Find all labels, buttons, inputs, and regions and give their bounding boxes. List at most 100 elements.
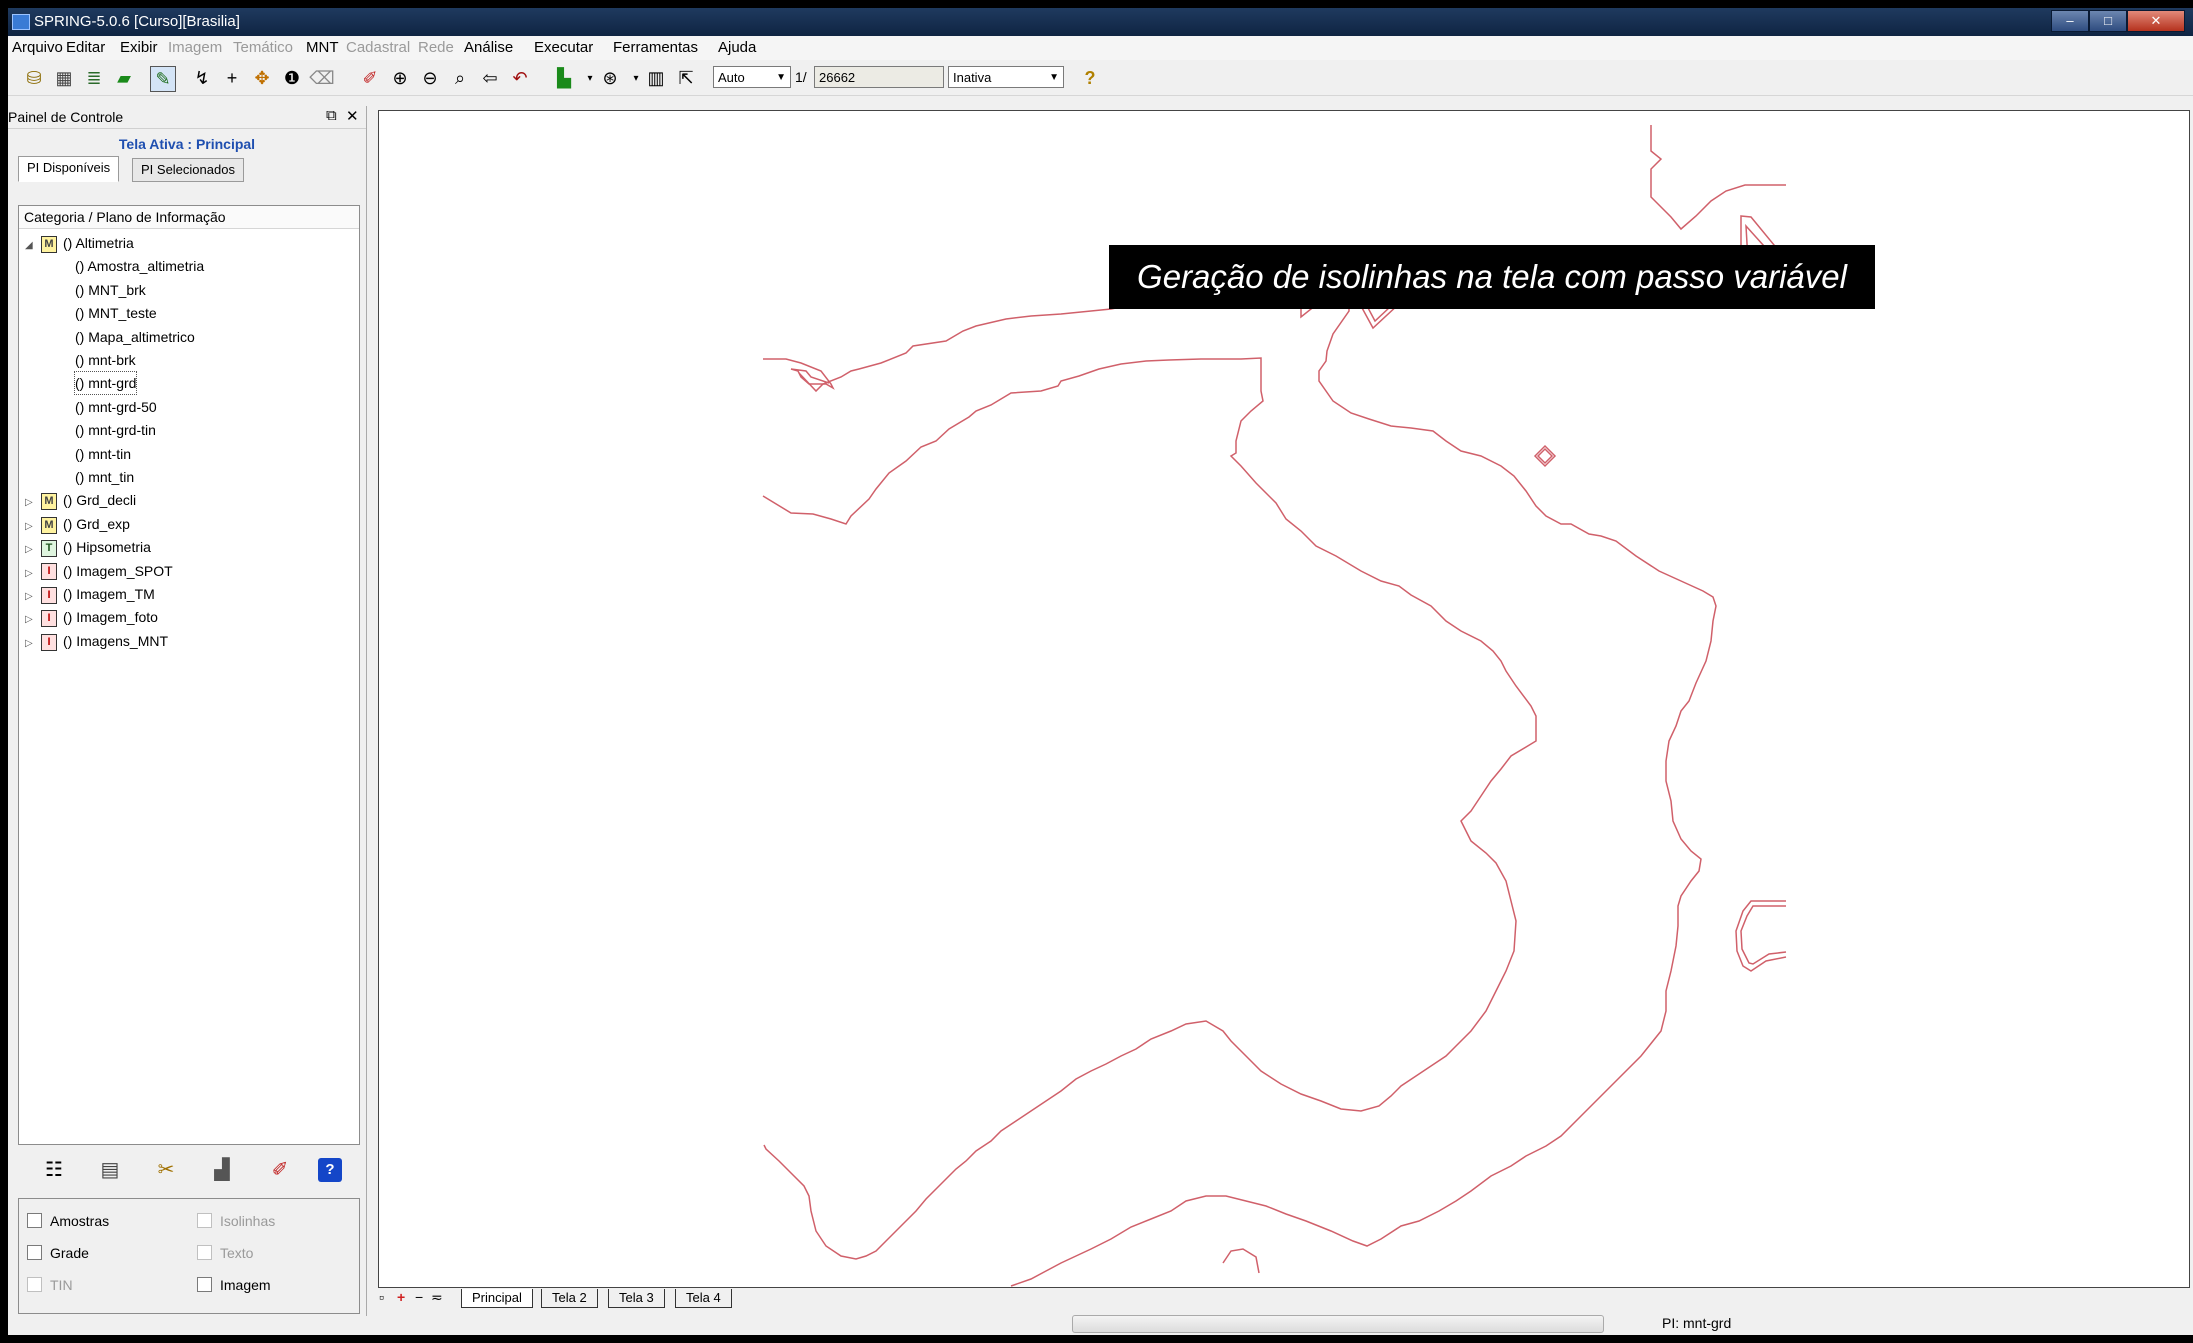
expand-icon[interactable]: ▷ (25, 563, 41, 585)
chart-icon[interactable]: ▟ (210, 1158, 234, 1182)
tree-category[interactable]: ▷ I () Imagens_MNT (25, 630, 168, 652)
tree-category[interactable]: ▷ M () Grd_exp (25, 513, 130, 535)
help-icon[interactable]: ? (318, 1158, 342, 1182)
tree-item[interactable]: () MNT_teste (75, 302, 157, 324)
horizontal-scrollbar[interactable] (1072, 1315, 1604, 1333)
contour-line (1650, 125, 1786, 231)
tree-label: () Grd_decli (63, 492, 137, 509)
category-type-icon: M (41, 516, 57, 534)
tree-category[interactable]: ▷ I () Imagem_foto (25, 606, 158, 628)
menu-analise[interactable]: Análise (464, 39, 513, 56)
tree-category[interactable]: ▷ T () Hipsometria (25, 536, 151, 558)
scale-mode-select[interactable]: Auto ▼ (713, 66, 791, 88)
tree-item[interactable]: () Mapa_altimetrico (75, 326, 195, 348)
zoom-area-icon[interactable]: ⌕ (448, 66, 472, 90)
tree-label: () Imagem_SPOT (63, 562, 173, 579)
menu-exibir[interactable]: Exibir (120, 39, 158, 56)
menu-editar[interactable]: Editar (66, 39, 105, 56)
eraser-icon[interactable]: ⌫ (309, 66, 334, 90)
tab-tela-4[interactable]: Tela 4 (675, 1289, 732, 1308)
tin-checkbox[interactable]: TIN (27, 1277, 73, 1293)
add-screen-icon[interactable]: + (397, 1289, 405, 1305)
expand-icon[interactable]: ▷ (25, 633, 41, 655)
pan-icon[interactable]: ✥ (250, 66, 274, 90)
scale-value-input[interactable]: 26662 (814, 66, 944, 88)
expand-icon[interactable]: ▷ (25, 539, 41, 561)
tree-item[interactable]: () mnt-grd-tin (75, 419, 156, 441)
menu-imagem[interactable]: Imagem (168, 39, 222, 56)
expand-icon[interactable]: ▷ (25, 492, 41, 514)
tree-item[interactable]: () mnt-grd-50 (75, 396, 157, 418)
previous-view-icon[interactable]: ⇦ (478, 66, 502, 90)
pencil-icon[interactable]: ✐ (358, 66, 382, 90)
menu-arquivo[interactable]: Arquivo (12, 39, 63, 56)
expand-icon[interactable]: ▷ (25, 586, 41, 608)
tree-item[interactable]: () mnt-brk (75, 349, 136, 371)
menu-mnt[interactable]: MNT (306, 39, 339, 56)
layers-icon[interactable]: ≣ (82, 66, 106, 90)
zoom-scale-icon[interactable]: ⊛ (598, 66, 622, 90)
amostras-checkbox[interactable]: Amostras (27, 1213, 109, 1229)
tab-pi-selecionados[interactable]: PI Selecionados (132, 158, 244, 182)
tree-category[interactable]: ◢ M () Altimetria (25, 232, 134, 254)
pencil-icon[interactable]: ✐ (268, 1158, 292, 1182)
expand-icon[interactable]: ▷ (25, 609, 41, 631)
zoom-in-icon[interactable]: ⊕ (388, 66, 412, 90)
tab-principal[interactable]: Principal (461, 1289, 533, 1308)
list-icon[interactable]: ☷ (42, 1158, 66, 1182)
imagem-checkbox[interactable]: Imagem (197, 1277, 271, 1293)
minimize-button[interactable]: – (2051, 10, 2089, 32)
info-icon[interactable]: ❶ (280, 66, 304, 90)
tree-category[interactable]: ▷ I () Imagem_TM (25, 583, 155, 605)
texto-checkbox[interactable]: Texto (197, 1245, 253, 1261)
tree-item[interactable]: () mnt-grd (73, 371, 138, 396)
tab-tela-3[interactable]: Tela 3 (608, 1289, 665, 1308)
collapse-icon[interactable]: ◢ (25, 235, 41, 257)
edit-mode-select[interactable]: Inativa ▼ (948, 66, 1064, 88)
float-icon[interactable]: ⧉ (326, 107, 337, 124)
contour-line (1010, 291, 1717, 1287)
menu-tematico[interactable]: Temático (233, 39, 293, 56)
database-icon[interactable]: ⛁ (22, 66, 46, 90)
tree-item[interactable]: () mnt-tin (75, 443, 131, 465)
tab-tela-2[interactable]: Tela 2 (541, 1289, 598, 1308)
tree-item[interactable]: () MNT_brk (75, 279, 146, 301)
tools-icon[interactable]: ✂ (154, 1158, 178, 1182)
close-button[interactable]: ✕ (2127, 10, 2185, 32)
help-icon[interactable]: ? (1078, 66, 1102, 90)
grid-view-icon[interactable]: ▥ (644, 66, 668, 90)
table-icon[interactable]: ▤ (98, 1158, 122, 1182)
tree-item[interactable]: () mnt_tin (75, 466, 134, 488)
spring-window: SPRING-5.0.6 [Curso][Brasilia] – □ ✕ Arq… (8, 8, 2193, 1335)
tree-category[interactable]: ▷ I () Imagem_SPOT (25, 560, 173, 582)
drawing-canvas[interactable]: Geração de isolinhas na tela com passo v… (378, 110, 2190, 1288)
menu-ferramentas[interactable]: Ferramentas (613, 39, 698, 56)
display-icon[interactable]: ▙ (552, 66, 576, 90)
tree-category[interactable]: ▷ M () Grd_decli (25, 489, 136, 511)
menu-cadastral[interactable]: Cadastral (346, 39, 410, 56)
tree-label: () mnt-tin (75, 445, 131, 462)
project-icon[interactable]: ▦ (52, 66, 76, 90)
undo-icon[interactable]: ↶ (508, 66, 532, 90)
plane-icon[interactable]: ▰ (112, 66, 136, 90)
crosshair-icon[interactable]: + (220, 66, 244, 90)
menu-executar[interactable]: Executar (534, 39, 593, 56)
select-cursor-icon[interactable]: ⇱ (674, 66, 698, 90)
window-title: SPRING-5.0.6 [Curso][Brasilia] (34, 13, 240, 30)
zoom-out-icon[interactable]: ⊖ (418, 66, 442, 90)
remove-screen-icon[interactable]: − (415, 1289, 423, 1305)
expand-icon[interactable]: ▷ (25, 516, 41, 538)
cursor-link-icon[interactable]: ↯ (190, 66, 214, 90)
isolinhas-checkbox[interactable]: Isolinhas (197, 1213, 275, 1229)
chevron-down-icon: ▼ (1049, 72, 1059, 83)
close-icon[interactable]: ✕ (346, 107, 359, 125)
tab-pi-disponiveis[interactable]: PI Disponíveis (18, 156, 120, 182)
menu-ajuda[interactable]: Ajuda (718, 39, 756, 56)
tree-item[interactable]: () Amostra_altimetria (75, 255, 204, 277)
arrange-icon[interactable]: ≂ (431, 1289, 443, 1306)
maximize-button[interactable]: □ (2089, 10, 2127, 32)
window-icon[interactable]: ▫ (379, 1289, 384, 1305)
menu-rede[interactable]: Rede (418, 39, 454, 56)
draw-toggle-icon[interactable]: ✎ (150, 66, 176, 92)
grade-checkbox[interactable]: Grade (27, 1245, 89, 1261)
